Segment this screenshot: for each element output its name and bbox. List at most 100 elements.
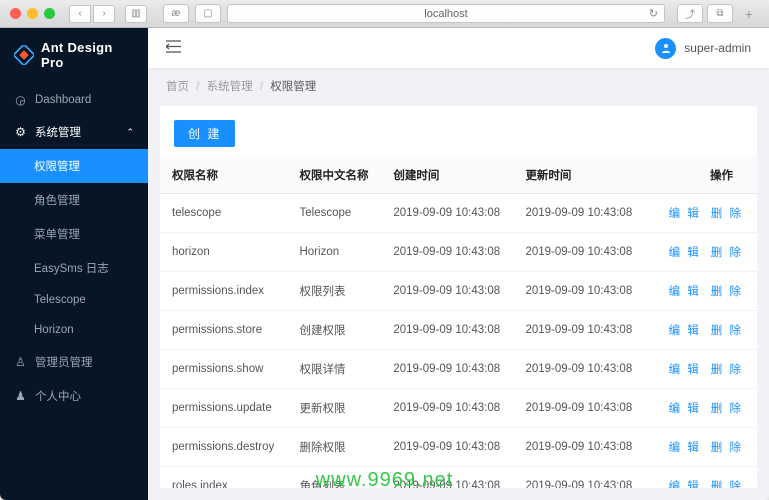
cell-cn-name: 更新权限: [287, 389, 381, 428]
edit-link[interactable]: 编 辑: [669, 364, 701, 376]
cell-created: 2019-09-09 10:43:08: [381, 233, 513, 272]
logo-icon: [14, 45, 34, 65]
breadcrumb-sep: /: [260, 81, 263, 93]
cell-name: permissions.show: [160, 350, 287, 389]
brand-text: Ant Design Pro: [41, 40, 134, 70]
sidebar-item-easysms[interactable]: EasySms 日志: [0, 251, 148, 285]
cell-name: permissions.store: [160, 311, 287, 350]
cell-created: 2019-09-09 10:43:08: [381, 311, 513, 350]
edit-link[interactable]: 编 辑: [669, 481, 701, 488]
close-window-button[interactable]: [10, 8, 21, 19]
cell-created: 2019-09-09 10:43:08: [381, 467, 513, 489]
cell-updated: 2019-09-09 10:43:08: [513, 233, 645, 272]
back-button[interactable]: ‹: [69, 5, 91, 23]
table-row: permissions.store创建权限2019-09-09 10:43:08…: [160, 311, 757, 350]
cell-actions: 编 辑删 除: [646, 194, 758, 233]
sidebar-label-dashboard: Dashboard: [35, 94, 91, 106]
breadcrumb-group[interactable]: 系统管理: [207, 81, 253, 93]
sidebar-item-system[interactable]: ⚙ 系统管理 ⌃: [0, 115, 148, 149]
cell-cn-name: 角色列表: [287, 467, 381, 489]
edit-link[interactable]: 编 辑: [669, 442, 701, 454]
edit-link[interactable]: 编 辑: [669, 403, 701, 415]
cell-created: 2019-09-09 10:43:08: [381, 194, 513, 233]
sidebar-toggle-button[interactable]: ▥: [125, 5, 147, 23]
breadcrumb-sep: /: [196, 81, 199, 93]
breadcrumb-home[interactable]: 首页: [166, 81, 189, 93]
col-created: 创建时间: [381, 157, 513, 194]
cell-cn-name: 创建权限: [287, 311, 381, 350]
logo[interactable]: Ant Design Pro: [0, 28, 148, 84]
forward-button[interactable]: ›: [93, 5, 115, 23]
cell-updated: 2019-09-09 10:43:08: [513, 467, 645, 489]
sidebar-label-admin: 管理员管理: [35, 354, 93, 370]
cell-updated: 2019-09-09 10:43:08: [513, 350, 645, 389]
avatar: [655, 38, 676, 59]
delete-link[interactable]: 删 除: [711, 364, 743, 376]
topbar: super-admin: [148, 28, 769, 68]
menu-collapse-button[interactable]: [166, 40, 181, 57]
user-area[interactable]: super-admin: [655, 38, 751, 59]
sidebar-item-permissions[interactable]: 权限管理: [0, 149, 148, 183]
browser-chrome: ‹ › ▥ æ ▢ localhost ↻ ⤴ ⧉ +: [0, 0, 769, 28]
url-bar[interactable]: localhost ↻: [227, 4, 665, 23]
delete-link[interactable]: 删 除: [711, 247, 743, 259]
cell-cn-name: 权限列表: [287, 272, 381, 311]
cell-cn-name: 删除权限: [287, 428, 381, 467]
sidebar-item-dashboard[interactable]: ◶ Dashboard: [0, 84, 148, 115]
maximize-window-button[interactable]: [44, 8, 55, 19]
sidebar-label-profile: 个人中心: [35, 388, 81, 404]
minimize-window-button[interactable]: [27, 8, 38, 19]
sidebar-item-horizon[interactable]: Horizon: [0, 315, 148, 345]
cell-actions: 编 辑删 除: [646, 389, 758, 428]
cell-name: telescope: [160, 194, 287, 233]
create-button[interactable]: 创 建: [174, 120, 235, 147]
sidebar-item-profile[interactable]: ♟ 个人中心: [0, 379, 148, 413]
table-row: permissions.show权限详情2019-09-09 10:43:082…: [160, 350, 757, 389]
new-tab-button[interactable]: +: [739, 4, 759, 24]
reader-button[interactable]: æ: [163, 4, 189, 23]
traffic-lights: [10, 8, 55, 19]
table-row: telescopeTelescope2019-09-09 10:43:08201…: [160, 194, 757, 233]
sidebar-item-telescope[interactable]: Telescope: [0, 285, 148, 315]
edit-link[interactable]: 编 辑: [669, 325, 701, 337]
table-row: permissions.update更新权限2019-09-09 10:43:0…: [160, 389, 757, 428]
main-content: super-admin 首页 / 系统管理 / 权限管理 创 建 权限名称 权限…: [148, 28, 769, 500]
table-row: roles.index角色列表2019-09-09 10:43:082019-0…: [160, 467, 757, 489]
cell-name: permissions.update: [160, 389, 287, 428]
gear-icon: ⚙: [14, 126, 27, 139]
cell-created: 2019-09-09 10:43:08: [381, 350, 513, 389]
nav-buttons: ‹ ›: [69, 5, 115, 23]
delete-link[interactable]: 删 除: [711, 208, 743, 220]
edit-link[interactable]: 编 辑: [669, 208, 701, 220]
delete-link[interactable]: 删 除: [711, 403, 743, 415]
tabs-button[interactable]: ⧉: [707, 4, 733, 23]
refresh-icon[interactable]: ↻: [649, 7, 658, 20]
sidebar-item-menus[interactable]: 菜单管理: [0, 217, 148, 251]
cell-actions: 编 辑删 除: [646, 350, 758, 389]
cell-name: roles.index: [160, 467, 287, 489]
cell-actions: 编 辑删 除: [646, 428, 758, 467]
cell-cn-name: Telescope: [287, 194, 381, 233]
delete-link[interactable]: 删 除: [711, 481, 743, 488]
delete-link[interactable]: 删 除: [711, 286, 743, 298]
delete-link[interactable]: 删 除: [711, 442, 743, 454]
col-updated: 更新时间: [513, 157, 645, 194]
permissions-table: 权限名称 权限中文名称 创建时间 更新时间 操作 telescopeTelesc…: [160, 157, 757, 488]
cell-created: 2019-09-09 10:43:08: [381, 428, 513, 467]
sidebar-item-admin[interactable]: ♙ 管理员管理: [0, 345, 148, 379]
sidebar: Ant Design Pro ◶ Dashboard ⚙ 系统管理 ⌃ 权限管理…: [0, 28, 148, 500]
cell-name: horizon: [160, 233, 287, 272]
cell-updated: 2019-09-09 10:43:08: [513, 272, 645, 311]
cell-created: 2019-09-09 10:43:08: [381, 389, 513, 428]
edit-link[interactable]: 编 辑: [669, 247, 701, 259]
cell-actions: 编 辑删 除: [646, 311, 758, 350]
dashboard-icon: ◶: [14, 93, 27, 106]
cell-cn-name: 权限详情: [287, 350, 381, 389]
edit-link[interactable]: 编 辑: [669, 286, 701, 298]
breadcrumb: 首页 / 系统管理 / 权限管理: [148, 68, 769, 102]
sidebar-item-roles[interactable]: 角色管理: [0, 183, 148, 217]
delete-link[interactable]: 删 除: [711, 325, 743, 337]
cell-updated: 2019-09-09 10:43:08: [513, 428, 645, 467]
cell-updated: 2019-09-09 10:43:08: [513, 194, 645, 233]
share-button[interactable]: ⤴: [677, 4, 703, 23]
